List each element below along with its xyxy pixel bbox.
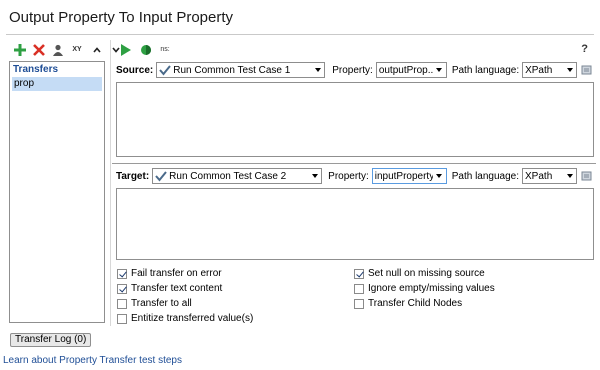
checkbox-box[interactable]: [117, 283, 127, 294]
pane-splitter[interactable]: [110, 40, 111, 326]
checkbox-label: Entitize transferred value(s): [131, 313, 254, 324]
title-divider: [6, 34, 594, 35]
entitize-transferred-values-checkbox[interactable]: Entitize transferred value(s): [117, 313, 253, 324]
help-icon[interactable]: ?: [581, 43, 588, 55]
source-property-select[interactable]: outputProp...: [375, 62, 447, 78]
delete-icon[interactable]: [31, 42, 46, 57]
checkbox-box[interactable]: [354, 268, 364, 279]
add-icon[interactable]: [12, 42, 27, 57]
transfer-text-content-checkbox[interactable]: Transfer text content: [117, 283, 222, 294]
target-row: Target: Run Common Test Case 2 Property:…: [116, 168, 593, 184]
xy-icon[interactable]: XY: [69, 42, 85, 57]
xy-label: XY: [72, 46, 82, 53]
target-property-select[interactable]: inputProperty: [371, 168, 447, 184]
user-icon[interactable]: [50, 42, 65, 57]
testcase-icon: [159, 65, 172, 76]
source-path-language-label: Path language:: [451, 64, 520, 76]
run-all-icon[interactable]: [138, 42, 153, 57]
transfer-toolbar: ns:: [118, 42, 172, 57]
section-divider[interactable]: [112, 163, 596, 164]
chevron-down-icon: [308, 169, 322, 183]
checkbox-label: Fail transfer on error: [131, 268, 222, 279]
checkbox-label: Set null on missing source: [368, 268, 485, 279]
checkbox-label: Transfer text content: [131, 283, 223, 294]
checkbox-box[interactable]: [117, 268, 127, 279]
target-step-value: Run Common Test Case 2: [169, 170, 287, 182]
path-editor-icon[interactable]: [581, 64, 593, 76]
checkbox-box[interactable]: [117, 298, 127, 309]
target-path-editor[interactable]: [116, 188, 594, 260]
ns-icon[interactable]: ns:: [158, 42, 172, 57]
source-row: Source: Run Common Test Case 1 Property:…: [116, 62, 593, 78]
chevron-down-icon: [563, 169, 577, 183]
target-property-value: inputProperty: [374, 170, 435, 182]
target-step-select[interactable]: Run Common Test Case 2: [152, 168, 323, 184]
checkbox-label: Transfer Child Nodes: [368, 298, 463, 309]
chevron-down-icon: [432, 169, 446, 183]
move-up-icon[interactable]: [89, 42, 104, 57]
transfers-list: Transfers prop: [9, 61, 105, 323]
transfers-header: Transfers: [13, 64, 59, 75]
transfer-child-nodes-checkbox[interactable]: Transfer Child Nodes: [354, 298, 462, 309]
target-path-language-select[interactable]: XPath: [522, 168, 578, 184]
source-path-language-value: XPath: [525, 64, 553, 76]
source-step-value: Run Common Test Case 1: [173, 64, 291, 76]
target-path-language-value: XPath: [525, 170, 553, 182]
checkbox-box[interactable]: [117, 313, 127, 324]
page-title: Output Property To Input Property: [9, 9, 234, 26]
fail-transfer-on-error-checkbox[interactable]: Fail transfer on error: [117, 268, 222, 279]
transfers-toolbar: XY: [12, 42, 123, 57]
source-property-label: Property:: [332, 64, 373, 76]
source-step-select[interactable]: Run Common Test Case 1: [156, 62, 326, 78]
checkbox-box[interactable]: [354, 283, 364, 294]
chevron-down-icon: [563, 63, 577, 77]
path-editor-icon[interactable]: [581, 170, 593, 182]
list-item[interactable]: prop: [12, 77, 102, 91]
target-path-language-label: Path language:: [451, 170, 520, 182]
checkbox-label: Transfer to all: [131, 298, 192, 309]
learn-link[interactable]: Learn about Property Transfer test steps: [3, 355, 182, 366]
ns-label: ns:: [160, 46, 170, 53]
source-property-value: outputProp...: [378, 64, 437, 76]
testcase-icon: [155, 171, 167, 182]
run-icon[interactable]: [118, 42, 133, 57]
source-path-editor[interactable]: [116, 82, 594, 157]
chevron-down-icon: [432, 63, 446, 77]
checkbox-box[interactable]: [354, 298, 364, 309]
set-null-on-missing-source-checkbox[interactable]: Set null on missing source: [354, 268, 485, 279]
checkbox-label: Ignore empty/missing values: [368, 283, 495, 294]
target-property-label: Property:: [328, 170, 369, 182]
ignore-empty-missing-values-checkbox[interactable]: Ignore empty/missing values: [354, 283, 495, 294]
source-label: Source:: [116, 64, 154, 76]
transfer-log-tab[interactable]: Transfer Log (0): [10, 333, 92, 347]
chevron-down-icon: [311, 63, 325, 77]
source-path-language-select[interactable]: XPath: [522, 62, 578, 78]
transfer-to-all-checkbox[interactable]: Transfer to all: [117, 298, 192, 309]
target-label: Target:: [116, 170, 150, 182]
